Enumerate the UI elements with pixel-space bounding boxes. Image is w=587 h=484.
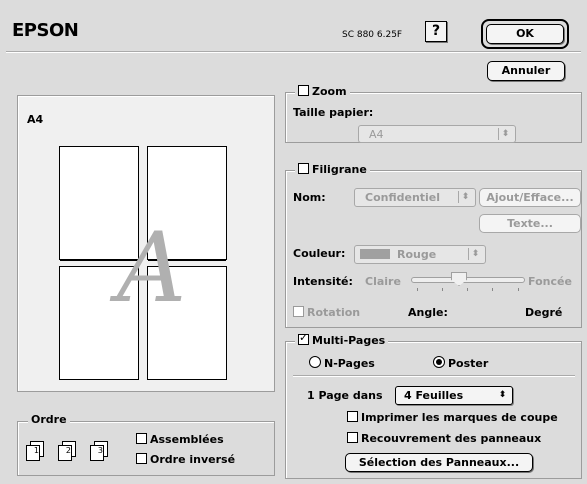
chevron-updown-icon: ⬍ bbox=[498, 390, 507, 400]
watermark-name-select[interactable]: Confidentiel ⬍ bbox=[354, 188, 476, 207]
slider-thumb[interactable] bbox=[451, 272, 467, 286]
poster-radio[interactable] bbox=[433, 356, 445, 368]
multipage-title[interactable]: Multi-Pages bbox=[295, 331, 389, 347]
reverse-order-label: Ordre inversé bbox=[150, 453, 236, 466]
intensity-label: Intensité: bbox=[293, 275, 353, 288]
reverse-order-option[interactable]: Ordre inversé bbox=[136, 453, 235, 466]
add-remove-button[interactable]: Ajout/Efface... bbox=[479, 188, 581, 207]
ok-button[interactable]: OK bbox=[486, 24, 564, 44]
color-swatch bbox=[360, 249, 390, 259]
overlap-option[interactable]: Recouvrement des panneaux bbox=[347, 432, 541, 445]
chevron-updown-icon: ⬍ bbox=[468, 248, 482, 260]
chevron-updown-icon: ⬍ bbox=[498, 128, 512, 140]
help-button[interactable]: ? bbox=[425, 21, 447, 42]
collated-label: Assemblées bbox=[150, 433, 224, 446]
preview-paper-label: A4 bbox=[27, 113, 44, 126]
watermark-title[interactable]: Filigrane bbox=[295, 163, 370, 176]
color-select[interactable]: Rouge ⬍ bbox=[354, 245, 486, 264]
angle-label: Angle: bbox=[408, 306, 448, 319]
reverse-order-checkbox[interactable] bbox=[136, 453, 147, 464]
order-icon-1[interactable]: 1 bbox=[24, 441, 48, 461]
order-icon-3[interactable]: 3 bbox=[88, 441, 112, 461]
slider-ticks bbox=[417, 288, 519, 291]
slider-track bbox=[411, 277, 525, 283]
watermark-letter: A bbox=[117, 212, 187, 324]
crop-marks-option[interactable]: Imprimer les marques de coupe bbox=[347, 411, 558, 424]
poster-preview: A bbox=[59, 146, 233, 382]
rotation-option[interactable]: Rotation bbox=[293, 306, 360, 319]
intensity-high-label: Foncée bbox=[528, 275, 572, 288]
order-icons: 1 2 3 bbox=[24, 441, 118, 463]
watermark-checkbox[interactable] bbox=[298, 163, 309, 174]
page-in-label: 1 Page dans bbox=[307, 389, 383, 402]
paper-size-select[interactable]: A4 ⬍ bbox=[358, 125, 516, 143]
sheets-select[interactable]: 4 Feuilles ⬍ bbox=[395, 386, 513, 405]
overlap-checkbox[interactable] bbox=[347, 432, 358, 443]
watermark-name-label: Nom: bbox=[293, 191, 326, 204]
crop-marks-checkbox[interactable] bbox=[347, 411, 358, 422]
collated-option[interactable]: Assemblées bbox=[136, 433, 224, 446]
intensity-slider[interactable] bbox=[411, 270, 525, 292]
paper-size-label: Taille papier: bbox=[293, 106, 374, 119]
collated-checkbox[interactable] bbox=[136, 433, 147, 444]
select-panels-button[interactable]: Sélection des Panneaux... bbox=[345, 453, 533, 472]
intensity-low-label: Claire bbox=[365, 275, 401, 288]
header-separator bbox=[6, 51, 581, 53]
zoom-checkbox[interactable] bbox=[298, 85, 309, 96]
cancel-button[interactable]: Annuler bbox=[487, 61, 565, 81]
color-label: Couleur: bbox=[293, 247, 346, 260]
npages-radio[interactable] bbox=[309, 356, 321, 368]
order-title: Ordre bbox=[28, 413, 70, 426]
degree-label: Degré bbox=[525, 306, 563, 319]
multipage-checkbox[interactable] bbox=[298, 331, 309, 345]
model-label: SC 880 6.25F bbox=[342, 30, 403, 40]
zoom-title[interactable]: Zoom bbox=[295, 85, 350, 98]
poster-option[interactable]: Poster bbox=[433, 356, 488, 370]
order-icon-2[interactable]: 2 bbox=[56, 441, 80, 461]
brand-logo: EPSON bbox=[12, 20, 79, 41]
text-button[interactable]: Texte... bbox=[479, 214, 581, 233]
npages-option[interactable]: N-Pages bbox=[309, 356, 375, 370]
rotation-checkbox[interactable] bbox=[293, 306, 304, 317]
multipage-divider bbox=[293, 375, 575, 377]
chevron-updown-icon: ⬍ bbox=[458, 191, 472, 203]
